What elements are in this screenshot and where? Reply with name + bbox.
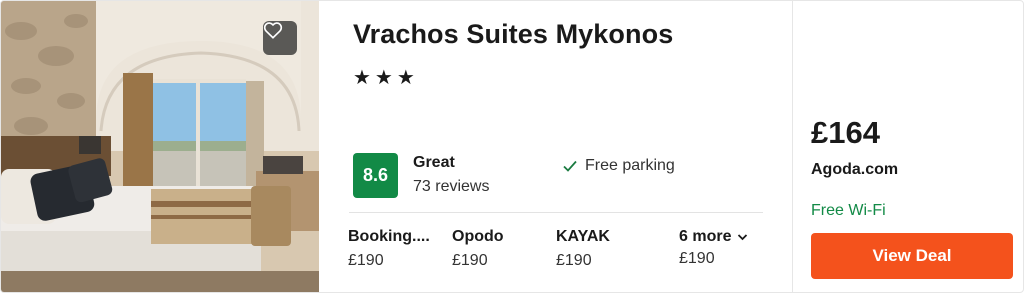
provider-offer-opodo[interactable]: Opodo £190 — [452, 228, 552, 270]
view-deal-button[interactable]: View Deal — [811, 233, 1013, 279]
divider — [349, 212, 763, 213]
more-providers-dropdown[interactable]: 6 more £190 — [679, 228, 779, 268]
chevron-down-icon — [737, 233, 748, 241]
review-count[interactable]: 73 reviews — [413, 178, 489, 196]
provider-price: £190 — [679, 250, 715, 267]
deal-amenity: Free Wi-Fi — [811, 202, 886, 219]
hotel-name[interactable]: Vrachos Suites Mykonos — [353, 19, 673, 50]
provider-name: Booking.... — [348, 228, 430, 245]
more-providers-label: 6 more — [679, 228, 732, 245]
check-icon — [563, 160, 577, 172]
amenity-label: Free parking — [585, 157, 675, 174]
provider-offer-booking[interactable]: Booking.... £190 — [348, 228, 448, 270]
rating-score-badge[interactable]: 8.6 — [353, 153, 398, 198]
hotel-photo[interactable] — [1, 1, 319, 292]
provider-name: KAYAK — [556, 228, 610, 245]
best-deal-panel: £164 Agoda.com Free Wi-Fi View Deal — [792, 1, 1023, 292]
amenity-free-parking: Free parking — [563, 157, 675, 175]
hotel-info: Vrachos Suites Mykonos ★★★ 8.6 Great 73 … — [319, 1, 792, 292]
deal-price[interactable]: £164 — [811, 115, 880, 151]
favorite-button[interactable] — [263, 21, 297, 55]
hotel-star-rating: ★★★ — [353, 67, 419, 89]
more-providers-label-row: 6 more — [679, 228, 779, 246]
provider-name: Opodo — [452, 228, 504, 245]
hotel-result-card[interactable]: Vrachos Suites Mykonos ★★★ 8.6 Great 73 … — [0, 0, 1024, 293]
provider-price: £190 — [556, 252, 592, 269]
provider-price: £190 — [452, 252, 488, 269]
rating-label: Great — [413, 154, 455, 171]
provider-price: £190 — [348, 252, 384, 269]
deal-provider: Agoda.com — [811, 161, 899, 178]
provider-offer-kayak[interactable]: KAYAK £190 — [556, 228, 656, 270]
